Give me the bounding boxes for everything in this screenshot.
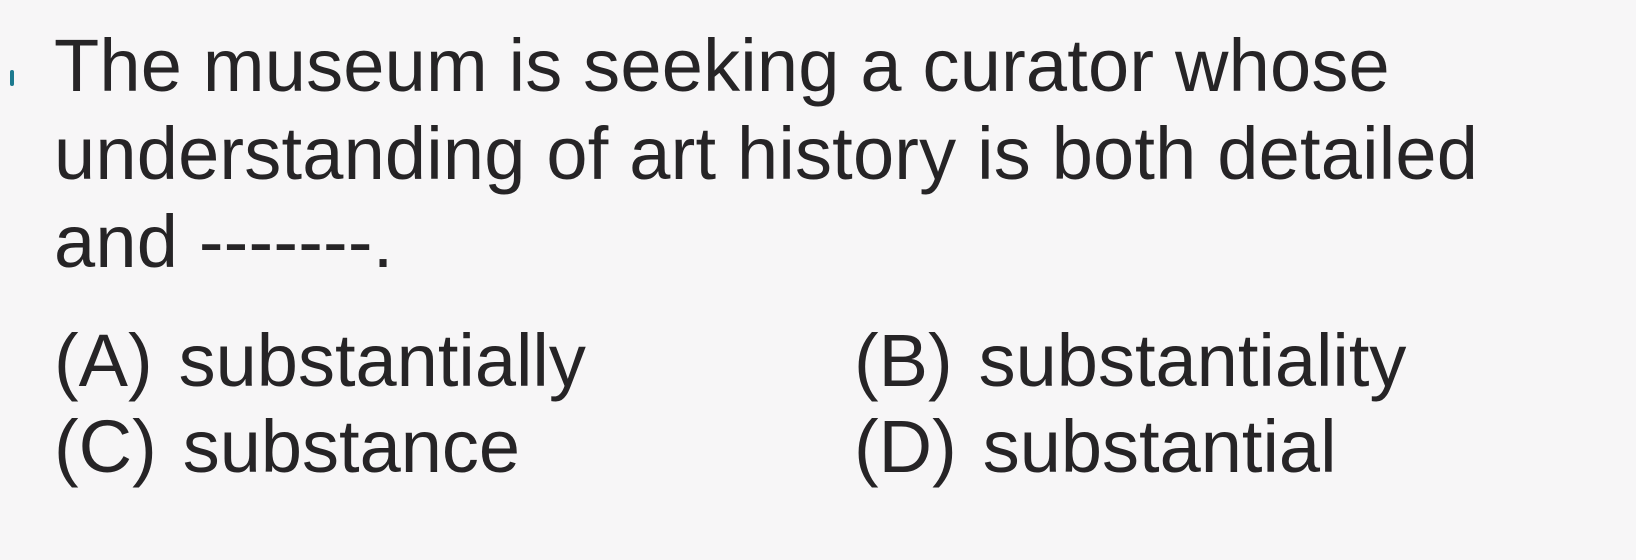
- option-c-letter: (C): [54, 405, 157, 488]
- option-a-text: substantially: [178, 319, 586, 402]
- option-d-text: substantial: [982, 405, 1337, 488]
- answer-options: (A) substantially (B) substantiality (C)…: [54, 318, 1614, 490]
- option-b[interactable]: (B) substantiality: [854, 318, 1406, 404]
- edge-mark: [10, 70, 14, 86]
- options-row-2: (C) substance (D) substantial: [54, 404, 1614, 490]
- option-b-text: substantiality: [978, 319, 1407, 402]
- option-c[interactable]: (C) substance: [54, 404, 854, 490]
- question-card: The museum is seeking a curator whose un…: [0, 0, 1636, 560]
- option-d[interactable]: (D) substantial: [854, 404, 1337, 490]
- question-text: The museum is seeking a curator whose un…: [54, 22, 1614, 286]
- question-line-1: The museum is seeking a curator whose: [54, 24, 1390, 107]
- option-a-letter: (A): [54, 319, 153, 402]
- question-line-2: understanding of art history is both det…: [54, 112, 1479, 195]
- option-d-letter: (D): [854, 405, 957, 488]
- option-c-text: substance: [182, 405, 521, 488]
- question-line-3: and -------.: [54, 200, 394, 283]
- option-b-letter: (B): [854, 319, 953, 402]
- options-row-1: (A) substantially (B) substantiality: [54, 318, 1614, 404]
- option-a[interactable]: (A) substantially: [54, 318, 854, 404]
